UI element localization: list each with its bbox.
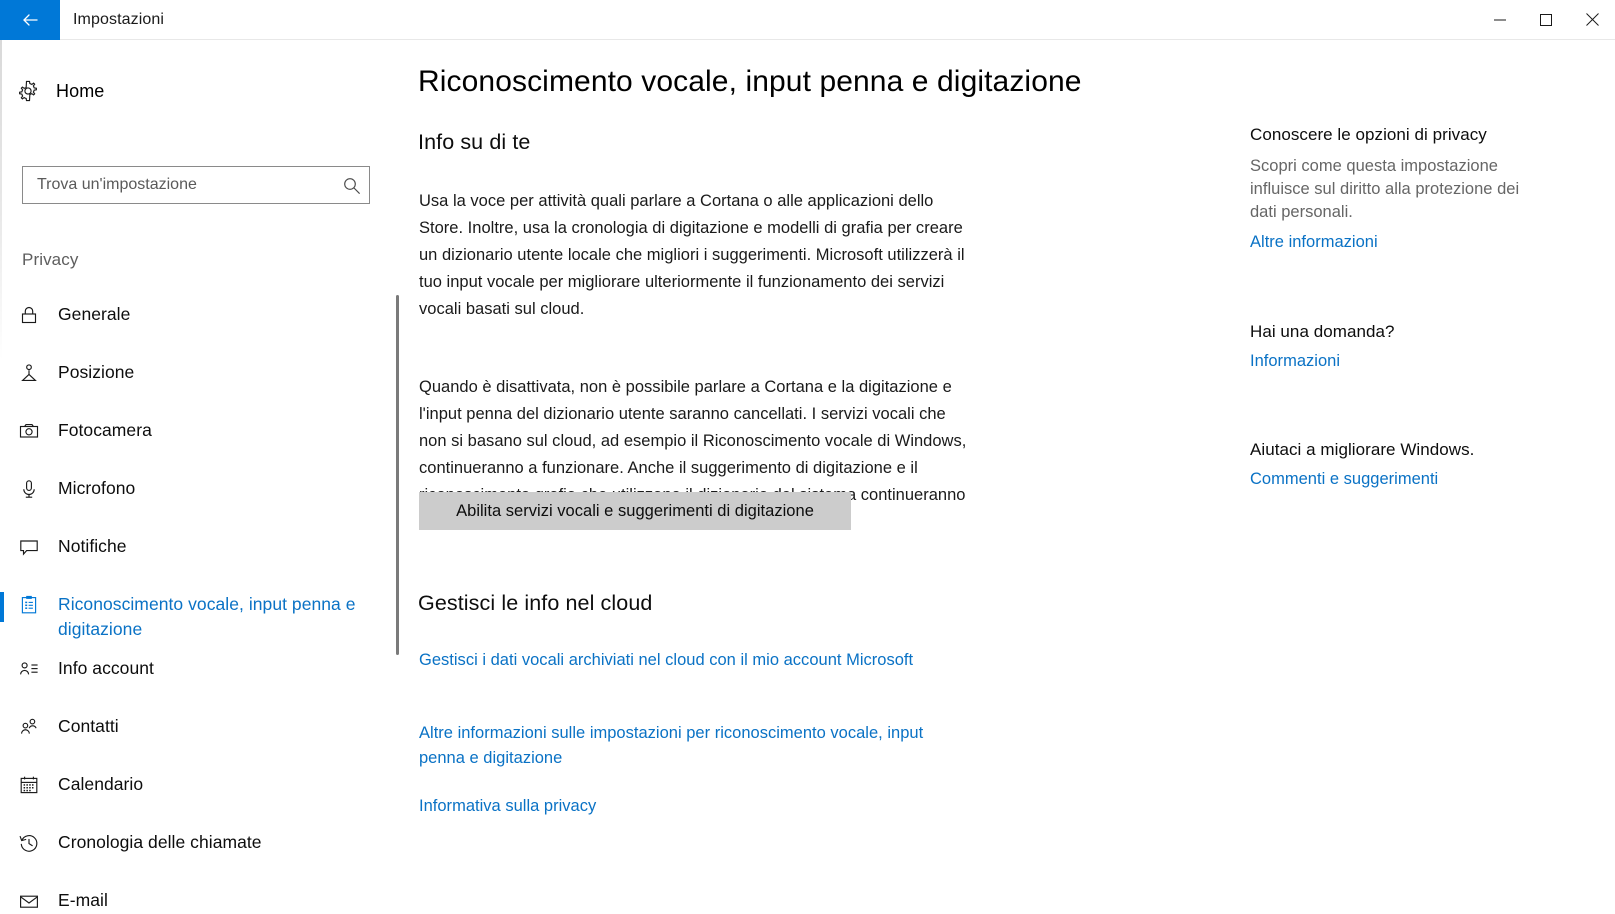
rail-link-altre-informazioni[interactable]: Altre informazioni <box>1250 233 1378 252</box>
search-icon[interactable] <box>333 176 369 195</box>
rail-link-commenti-suggerimenti[interactable]: Commenti e suggerimenti <box>1250 470 1438 489</box>
rail-title: Conoscere le opzioni di privacy <box>1250 125 1487 144</box>
page-title: Riconoscimento vocale, input penna e dig… <box>418 65 1082 98</box>
selection-indicator <box>0 418 4 448</box>
sidebar-item-cronologia-chiamate[interactable]: Cronologia delle chiamate <box>0 816 390 874</box>
selection-indicator <box>0 830 4 860</box>
rail-block-question: Hai una domanda? Informazioni <box>1250 320 1550 371</box>
rail-title: Hai una domanda? <box>1250 322 1395 341</box>
sidebar-item-label: Info account <box>58 657 154 678</box>
maximize-icon <box>1540 13 1552 26</box>
section-heading-about: Info su di te <box>418 130 531 154</box>
envelope-icon <box>0 874 58 912</box>
calendar-icon <box>0 758 58 796</box>
close-button[interactable] <box>1569 0 1615 39</box>
close-icon <box>1585 13 1599 26</box>
sidebar-item-posizione[interactable]: Posizione <box>0 346 390 404</box>
sidebar-item-info-account[interactable]: Info account <box>0 642 390 700</box>
manage-cloud-voice-data-link[interactable]: Gestisci i dati vocali archiviati nel cl… <box>419 648 959 673</box>
maximize-button[interactable] <box>1523 0 1569 39</box>
microphone-icon <box>0 462 58 500</box>
sidebar-item-label: Calendario <box>58 773 144 794</box>
more-info-speech-settings-link[interactable]: Altre informazioni sulle impostazioni pe… <box>419 721 959 771</box>
sidebar-item-generale[interactable]: Generale <box>0 288 390 346</box>
gear-icon <box>0 79 56 103</box>
back-button[interactable] <box>0 0 60 40</box>
call-history-icon <box>0 816 58 854</box>
selection-indicator <box>0 476 4 506</box>
camera-icon <box>0 404 58 442</box>
rail-title: Aiutaci a migliorare Windows. <box>1250 440 1475 459</box>
rail-description: Scopri come questa impostazione influisc… <box>1250 156 1520 222</box>
sidebar-item-notifiche[interactable]: Notifiche <box>0 520 390 578</box>
back-arrow-icon <box>18 8 42 32</box>
search-box[interactable] <box>22 166 370 204</box>
about-paragraph-1: Usa la voce per attività quali parlare a… <box>419 192 965 318</box>
sidebar-scrollbar[interactable] <box>396 295 399 655</box>
enable-speech-services-button[interactable]: Abilita servizi vocali e suggerimenti di… <box>419 492 851 530</box>
sidebar-item-label: Riconoscimento vocale, input penna e dig… <box>58 594 356 639</box>
contacts-icon <box>0 700 58 738</box>
selection-indicator <box>0 302 4 332</box>
sidebar-home-label: Home <box>56 80 105 101</box>
sidebar-item-label: Microfono <box>58 478 136 498</box>
sidebar-item-label: Contatti <box>58 715 119 736</box>
clipboard-icon <box>0 578 58 616</box>
sidebar-item-label: Generale <box>58 304 131 324</box>
sidebar-item-contatti[interactable]: Contatti <box>0 700 390 758</box>
sidebar-item-label: Cronologia delle chiamate <box>58 831 262 852</box>
selection-indicator <box>0 656 4 686</box>
sidebar-item-label: Posizione <box>58 362 135 382</box>
sidebar-item-microfono[interactable]: Microfono <box>0 462 390 520</box>
privacy-statement-link[interactable]: Informativa sulla privacy <box>419 794 959 819</box>
window-title: Impostazioni <box>73 10 165 28</box>
selection-indicator <box>0 772 4 802</box>
sidebar-item-calendario[interactable]: Calendario <box>0 758 390 816</box>
section-heading-cloud: Gestisci le info nel cloud <box>418 591 653 615</box>
account-info-icon <box>0 642 58 680</box>
sidebar-item-riconoscimento-vocale[interactable]: Riconoscimento vocale, input penna e dig… <box>0 578 390 642</box>
sidebar-item-label: Fotocamera <box>58 420 152 440</box>
rail-block-feedback: Aiutaci a migliorare Windows. Commenti e… <box>1250 438 1550 489</box>
location-person-icon <box>0 346 58 384</box>
search-input[interactable] <box>23 167 333 203</box>
selection-indicator <box>0 592 4 622</box>
sidebar-item-fotocamera[interactable]: Fotocamera <box>0 404 390 462</box>
sidebar-nav-list: Generale Posizione Fotocamera Microfono … <box>0 288 390 914</box>
sidebar-item-label: Notifiche <box>58 536 127 556</box>
settings-window: Impostazioni Home Trova un'impostazione … <box>0 0 1615 914</box>
sidebar: Home Privacy Generale <box>0 40 400 914</box>
rail-link-informazioni[interactable]: Informazioni <box>1250 352 1340 371</box>
lock-icon <box>0 288 58 326</box>
window-controls <box>1477 0 1615 39</box>
sidebar-category-label: Privacy <box>22 250 79 269</box>
selection-indicator <box>0 360 4 390</box>
minimize-icon <box>1494 14 1506 26</box>
selection-indicator <box>0 888 4 914</box>
speech-bubble-icon <box>0 520 58 558</box>
sidebar-item-home[interactable]: Home <box>0 70 380 112</box>
sidebar-item-email[interactable]: E-mail <box>0 874 390 914</box>
title-bar: Impostazioni <box>0 0 1615 40</box>
sidebar-item-label: E-mail <box>58 889 108 910</box>
selection-indicator <box>0 714 4 744</box>
selection-indicator <box>0 534 4 564</box>
rail-block-privacy-options: Conoscere le opzioni di privacy Scopri c… <box>1250 123 1550 252</box>
minimize-button[interactable] <box>1477 0 1523 39</box>
